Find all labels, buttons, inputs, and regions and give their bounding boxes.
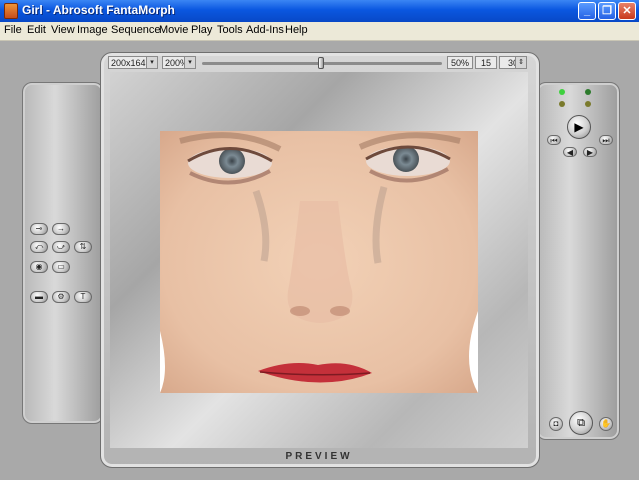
tool-button-4[interactable]: ⇅	[74, 241, 92, 253]
menu-image[interactable]: Image	[77, 24, 108, 36]
step-back-button[interactable]: ◀	[563, 147, 577, 157]
zoom-select[interactable]: 200% ▾	[162, 56, 196, 69]
fps-field[interactable]: 30 ⇕	[499, 56, 527, 69]
minimize-button[interactable]: _	[578, 2, 596, 20]
help-button[interactable]: ✋	[599, 417, 613, 431]
left-iris	[219, 148, 245, 174]
preview-label: PREVIEW	[285, 451, 353, 462]
spinner-icon[interactable]: ⇕	[515, 57, 526, 68]
close-icon: ✕	[622, 5, 632, 17]
size-select-value: 200x164	[111, 58, 146, 68]
title-bar: Girl - Abrosoft FantaMorph _ ❐ ✕	[0, 0, 639, 22]
tool-button-7[interactable]: ⚙	[52, 291, 70, 303]
size-select[interactable]: 200x164 ▾	[108, 56, 158, 69]
export-button[interactable]: ⧉	[569, 411, 593, 435]
tool-button-1[interactable]: ⊸	[30, 223, 48, 235]
close-button[interactable]: ✕	[618, 2, 636, 20]
maximize-button[interactable]: ❐	[598, 2, 616, 20]
left-nostril	[290, 306, 310, 316]
tool-button-3[interactable]: ⤻	[52, 241, 70, 253]
forward-button[interactable]: ⏭	[599, 135, 613, 145]
tool-button-2[interactable]: ⤺	[30, 241, 48, 253]
chevron-down-icon: ▾	[146, 57, 157, 68]
percent-field[interactable]: 50%	[447, 56, 473, 69]
menu-play[interactable]: Play	[191, 24, 212, 36]
chevron-down-icon: ▾	[184, 57, 195, 68]
rewind-icon: ⏮	[550, 136, 558, 145]
menu-bar: File Edit View Image Sequence Movie Play…	[0, 22, 639, 41]
eye-button[interactable]: ◉	[30, 261, 48, 273]
play-icon: ▶	[574, 120, 584, 134]
morph-slider-thumb[interactable]	[318, 57, 324, 69]
status-light-3	[559, 101, 565, 107]
menu-movie[interactable]: Movie	[159, 24, 188, 36]
right-nostril	[330, 306, 350, 316]
status-light-dark	[585, 89, 591, 95]
menu-edit[interactable]: Edit	[27, 24, 46, 36]
menu-help[interactable]: Help	[285, 24, 308, 36]
right-iris	[393, 146, 419, 172]
minimize-icon: _	[583, 5, 591, 17]
tool-button-5[interactable]: ▭	[52, 261, 70, 273]
menu-view[interactable]: View	[51, 24, 75, 36]
forward-icon: ⏭	[602, 136, 610, 145]
window-title: Girl - Abrosoft FantaMorph	[22, 3, 175, 17]
text-button[interactable]: T	[74, 291, 92, 303]
frames-field[interactable]: 15	[475, 56, 497, 69]
right-control-panel: ▶ ⏮ ⏭ ◀ ▶ ◘ ⧉ ✋	[536, 82, 620, 440]
menu-sequence[interactable]: Sequence	[111, 24, 161, 36]
rewind-button[interactable]: ⏮	[547, 135, 561, 145]
camera-button[interactable]: ◘	[549, 417, 563, 431]
app-icon[interactable]	[4, 3, 18, 19]
play-button[interactable]: ▶	[567, 115, 591, 139]
status-light-4	[585, 101, 591, 107]
left-tool-panel: ⊸ → ⤺ ⤻ ⇅ ◉ ▭ ▬ ⚙ T	[22, 82, 104, 424]
arrow-right-button[interactable]: →	[52, 223, 70, 235]
menu-add-ins[interactable]: Add-Ins	[246, 24, 284, 36]
face-svg	[160, 131, 478, 393]
menu-tools[interactable]: Tools	[217, 24, 243, 36]
maximize-icon: ❐	[602, 5, 612, 17]
tool-button-6[interactable]: ▬	[30, 291, 48, 303]
menu-file[interactable]: File	[4, 24, 22, 36]
eye-icon: ◉	[35, 262, 43, 271]
camera-icon: ◘	[553, 419, 559, 428]
step-forward-button[interactable]: ▶	[583, 147, 597, 157]
face-image	[160, 131, 478, 393]
status-light-green	[559, 89, 565, 95]
